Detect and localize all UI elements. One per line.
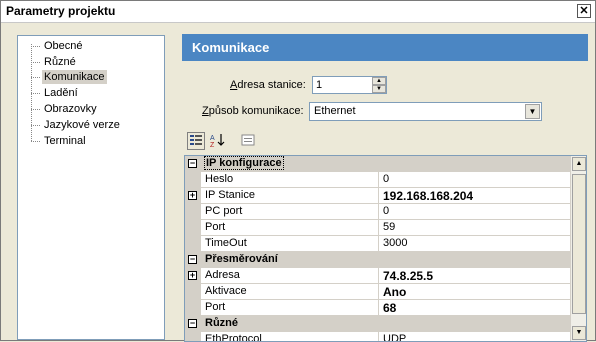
tree-item-label: Obecné — [44, 40, 83, 52]
row-gutter — [185, 236, 201, 252]
spin-down-button[interactable]: ▼ — [372, 85, 386, 93]
collapse-icon[interactable]: − — [188, 255, 197, 264]
property-name: Aktivace — [205, 285, 247, 297]
categorized-icon[interactable] — [187, 132, 205, 150]
comm-method-value: Ethernet — [314, 105, 356, 117]
grid-row[interactable]: Heslo 0 — [185, 172, 572, 188]
grid-scrollbar[interactable]: ▲ ▼ — [570, 156, 586, 341]
row-gutter — [185, 284, 201, 300]
scroll-down-icon[interactable]: ▼ — [572, 326, 586, 340]
station-address-spinner[interactable]: 1 ▲ ▼ — [312, 76, 387, 94]
scroll-thumb[interactable] — [572, 174, 586, 314]
station-address-label: Adresa stanice: — [230, 79, 306, 91]
tree-item-ruzne[interactable]: Různé — [31, 55, 78, 69]
property-value[interactable]: 74.8.25.5 — [383, 269, 433, 283]
property-value[interactable]: 0 — [383, 173, 389, 185]
property-value[interactable]: 3000 — [383, 237, 407, 249]
grid-row[interactable]: Port 59 — [185, 220, 572, 236]
property-grid: − IP konfigurace Heslo 0 + IP Stanice 19… — [184, 155, 587, 342]
tree-item-label: Komunikace — [44, 71, 105, 83]
expand-icon[interactable]: + — [188, 191, 197, 200]
category-name: IP konfigurace — [204, 156, 284, 170]
category-name: Různé — [205, 317, 238, 329]
collapse-icon[interactable]: − — [188, 159, 197, 168]
grid-row[interactable]: TimeOut 3000 — [185, 236, 572, 252]
close-button[interactable]: ✕ — [577, 4, 591, 18]
tree-item-komunikace[interactable]: Komunikace — [31, 70, 107, 84]
property-name: Port — [205, 301, 226, 313]
grid-category-row[interactable]: − IP konfigurace — [185, 156, 572, 172]
property-name: Port — [205, 221, 226, 233]
tree-item-label: Jazykové verze — [44, 119, 120, 131]
tree-item-ladeni[interactable]: Ladění — [31, 86, 80, 100]
spin-up-button[interactable]: ▲ — [372, 77, 386, 85]
property-name: Heslo — [205, 173, 234, 185]
collapse-icon[interactable]: − — [188, 319, 197, 328]
window-title: Parametry projektu — [6, 4, 116, 18]
project-parameters-window: Parametry projektu ✕ Obecné Různé Komuni… — [0, 0, 596, 342]
property-value[interactable]: 192.168.168.204 — [383, 189, 473, 203]
property-value[interactable]: 0 — [383, 205, 389, 217]
settings-tree: Obecné Různé Komunikace Ladění Obrazovky… — [17, 35, 165, 340]
title-bar: Parametry projektu ✕ — [1, 1, 595, 23]
tree-item-jazykove-verze[interactable]: Jazykové verze — [31, 118, 122, 132]
tree-item-label: Ladění — [44, 87, 78, 99]
property-name: PC port — [205, 205, 243, 217]
property-name: TimeOut — [205, 237, 247, 249]
property-value[interactable]: 68 — [383, 301, 396, 315]
property-name: Adresa — [205, 269, 240, 281]
row-gutter — [185, 204, 201, 220]
tree-item-obecne[interactable]: Obecné — [31, 39, 85, 53]
svg-text:A: A — [210, 135, 215, 142]
row-gutter — [185, 300, 201, 316]
tree-item-terminal[interactable]: Terminal — [31, 134, 88, 148]
tree-item-obrazovky[interactable]: Obrazovky — [31, 102, 99, 116]
alphabetical-icon[interactable]: AZ — [209, 132, 227, 150]
row-gutter — [185, 220, 201, 236]
grid-row[interactable]: PC port 0 — [185, 204, 572, 220]
chevron-down-icon[interactable]: ▼ — [525, 104, 540, 119]
grid-row[interactable]: Port 68 — [185, 300, 572, 316]
station-address-value: 1 — [316, 79, 323, 91]
grid-row[interactable]: + Adresa 74.8.25.5 — [185, 268, 572, 284]
row-gutter — [185, 172, 201, 188]
expand-icon[interactable]: + — [188, 271, 197, 280]
panel-header: Komunikace — [182, 34, 588, 61]
scroll-up-icon[interactable]: ▲ — [572, 157, 586, 171]
property-name: IP Stanice — [205, 189, 255, 201]
tree-item-label: Různé — [44, 56, 76, 68]
grid-category-row[interactable]: − Přesměrování — [185, 252, 572, 268]
grid-category-row[interactable]: − Různé — [185, 316, 572, 332]
grid-row[interactable]: + IP Stanice 192.168.168.204 — [185, 188, 572, 204]
property-pages-icon[interactable] — [239, 132, 257, 150]
tree-item-label: Obrazovky — [44, 103, 97, 115]
category-name: Přesměrování — [205, 253, 278, 265]
property-value[interactable]: Ano — [383, 285, 406, 299]
tree-item-label: Terminal — [44, 135, 86, 147]
property-value[interactable]: 59 — [383, 221, 395, 233]
comm-method-select[interactable]: Ethernet ▼ — [309, 102, 542, 121]
comm-method-label: Způsob komunikace: — [202, 105, 304, 117]
grid-row[interactable]: Aktivace Ano — [185, 284, 572, 300]
svg-text:Z: Z — [210, 142, 215, 147]
